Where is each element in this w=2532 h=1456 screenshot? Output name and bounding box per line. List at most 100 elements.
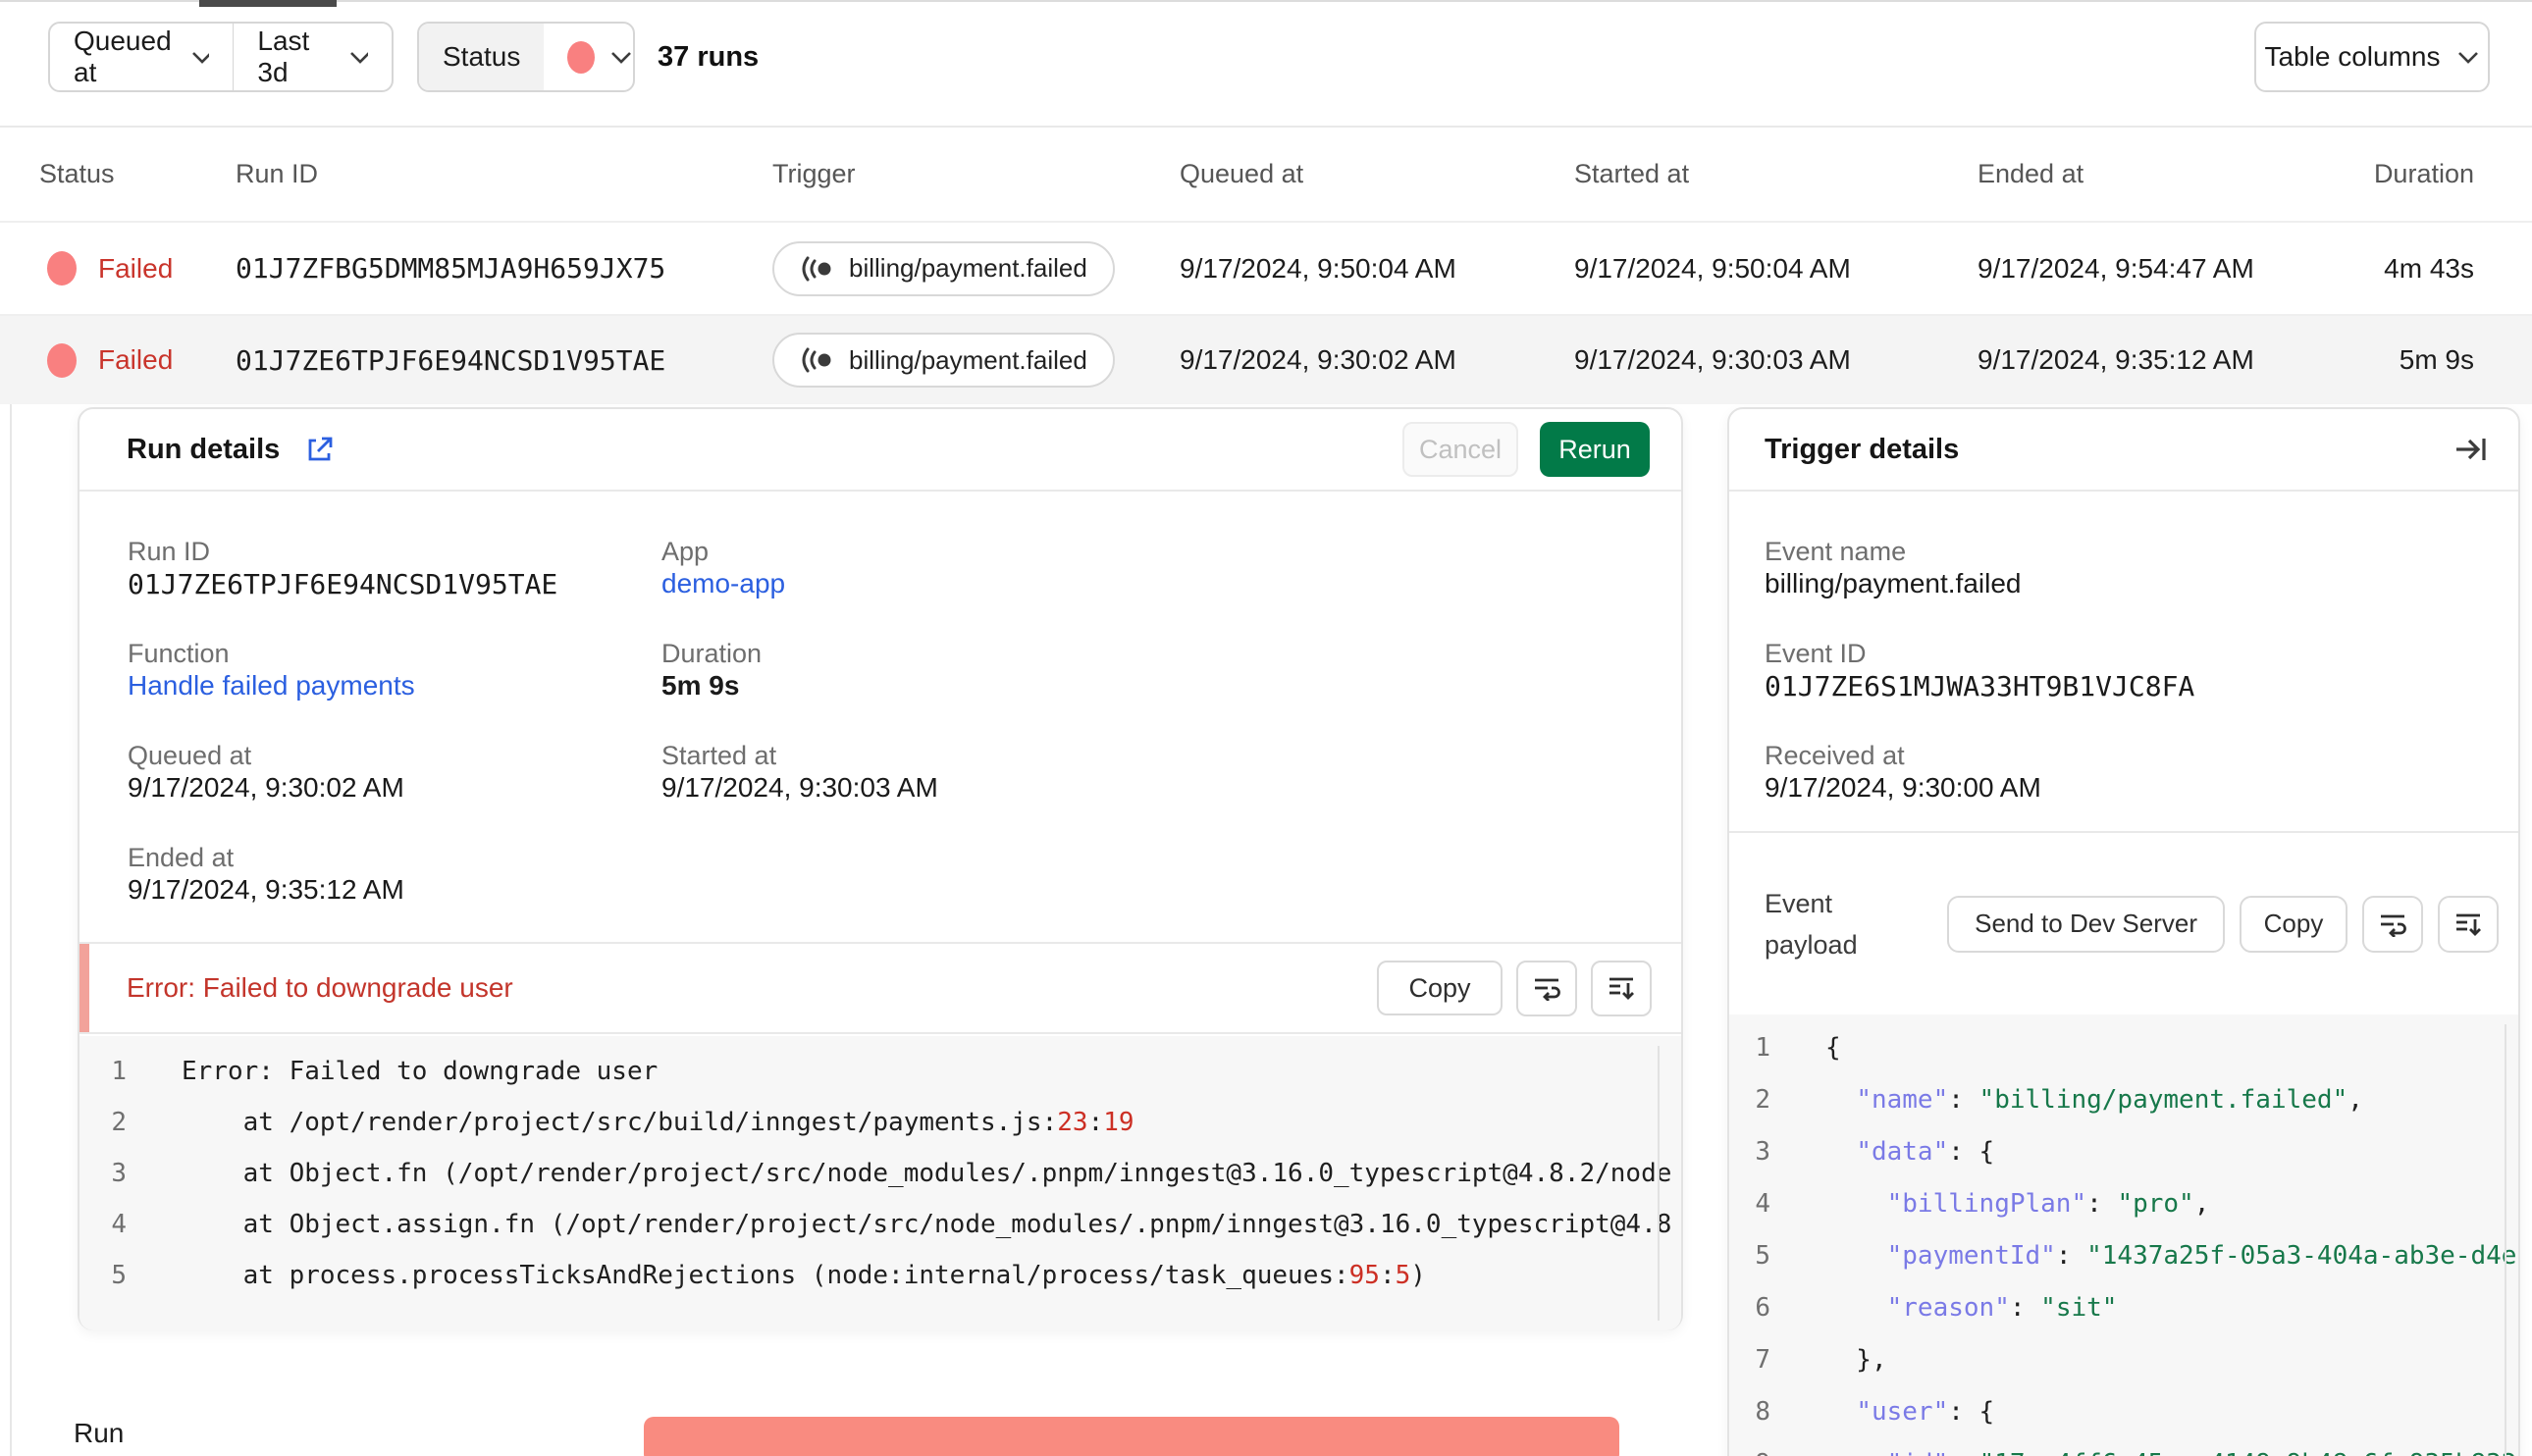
code-line: 2 "name": "billing/payment.failed", xyxy=(1729,1074,2518,1126)
trigger-pill[interactable]: billing/payment.failed xyxy=(772,240,1115,296)
detail-region-border xyxy=(10,404,12,1456)
app-label: App xyxy=(661,537,710,566)
event-id-value: 01J7ZE6S1MJWA33HT9B1VJC8FA xyxy=(1765,670,2195,702)
started-at-label: Started at xyxy=(661,741,777,770)
col-header-started[interactable]: Started at xyxy=(1574,128,1689,221)
failed-status-dot xyxy=(47,251,77,286)
status-cell: Failed xyxy=(47,316,173,404)
ended-at-value: 9/17/2024, 9:35:12 AM xyxy=(128,874,404,905)
app-link[interactable]: demo-app xyxy=(661,568,785,599)
col-header-status[interactable]: Status xyxy=(39,128,115,221)
line-number: 4 xyxy=(111,1210,127,1239)
code-line: 9 "id": "17ca4ff6-45ea-4149-9b48-6fa935b… xyxy=(1729,1438,2518,1456)
timeline-run-label: Run xyxy=(74,1418,125,1448)
time-filter-group: Queued at Last 3d xyxy=(48,22,394,92)
event-broadcast-icon xyxy=(802,256,831,281)
queued-at-cell: 9/17/2024, 9:30:02 AM xyxy=(1180,344,1456,375)
error-title: Error: Failed to downgrade user xyxy=(127,972,513,1003)
code-line: 2 at /opt/render/project/src/build/innge… xyxy=(79,1097,1681,1148)
status-filter-label: Status xyxy=(419,24,545,90)
event-payload-actions: Send to Dev Server Copy xyxy=(1947,895,2499,953)
event-payload-json[interactable]: 1{2 "name": "billing/payment.failed", 3 "… xyxy=(1729,1014,2518,1456)
copy-error-button[interactable]: Copy xyxy=(1377,961,1503,1015)
ended-at-cell: 9/17/2024, 9:35:12 AM xyxy=(1978,344,2254,375)
trigger-details-header: Trigger details xyxy=(1729,409,2518,492)
ended-at-label: Ended at xyxy=(128,843,235,872)
line-number: 3 xyxy=(1755,1137,1770,1167)
trigger-pill[interactable]: billing/payment.failed xyxy=(772,333,1115,388)
table-header: Status Run ID Trigger Queued at Started … xyxy=(0,128,2532,221)
scrollbar-track[interactable] xyxy=(1658,1046,1660,1321)
error-banner: Error: Failed to downgrade user Copy xyxy=(79,942,1681,1034)
line-number: 6 xyxy=(1755,1293,1770,1323)
line-number: 2 xyxy=(111,1108,127,1137)
line-number: 9 xyxy=(1729,1438,1770,1456)
queued-at-label: Queued at xyxy=(128,741,252,770)
word-wrap-icon xyxy=(2381,914,2406,937)
code-line: 3 "data": { xyxy=(1729,1126,2518,1178)
function-link[interactable]: Handle failed payments xyxy=(128,670,415,702)
send-to-dev-server-button[interactable]: Send to Dev Server xyxy=(1947,895,2225,953)
dock-panel-icon[interactable] xyxy=(2453,435,2489,464)
status-filter-group: Status xyxy=(417,22,635,92)
scroll-to-bottom-icon xyxy=(2456,913,2481,936)
status-filter-dropdown[interactable] xyxy=(544,24,633,90)
run-id-cell: 01J7ZFBG5DMM85MJA9H659JX75 xyxy=(236,252,666,285)
line-number: 2 xyxy=(1755,1085,1770,1115)
code-line: 1 Error: Failed to downgrade user xyxy=(79,1046,1681,1097)
runs-count: 37 runs xyxy=(658,40,760,73)
chevron-down-icon xyxy=(611,51,632,64)
trigger-cell: billing/payment.failed xyxy=(772,223,1115,314)
line-number: 3 xyxy=(111,1159,127,1188)
run-details-title: Run details xyxy=(127,433,281,465)
event-id-label: Event ID xyxy=(1765,639,1867,668)
line-number: 8 xyxy=(1755,1397,1770,1427)
word-wrap-button[interactable] xyxy=(1516,960,1577,1016)
external-link-icon[interactable] xyxy=(305,435,335,464)
trigger-event-name: billing/payment.failed xyxy=(849,253,1087,283)
code-line: 5 at process.processTicksAndRejections (… xyxy=(79,1250,1681,1301)
runs-dashboard: Queued at Last 3d Status 37 runs Table c… xyxy=(0,0,2532,1456)
col-header-trigger[interactable]: Trigger xyxy=(772,128,856,221)
chevron-down-icon xyxy=(192,51,209,64)
scroll-to-bottom-button[interactable] xyxy=(1591,960,1652,1016)
run-details-card: Run details Cancel Rerun Run ID 01J7ZE6T… xyxy=(78,407,1683,1330)
col-header-ended[interactable]: Ended at xyxy=(1978,128,2084,221)
time-range-dropdown[interactable]: Last 3d xyxy=(234,24,392,90)
error-stack-trace[interactable]: 1 Error: Failed to downgrade user 2 at /op… xyxy=(79,1036,1681,1330)
scroll-to-bottom-button[interactable] xyxy=(2438,895,2499,953)
code-line: 7 }, xyxy=(1729,1334,2518,1386)
copy-payload-button[interactable]: Copy xyxy=(2240,895,2347,953)
rerun-button[interactable]: Rerun xyxy=(1540,422,1650,477)
run-details-header: Run details Cancel Rerun xyxy=(79,409,1681,492)
col-header-duration[interactable]: Duration xyxy=(2374,128,2474,221)
top-divider xyxy=(0,0,2532,2)
line-number: 7 xyxy=(1755,1345,1770,1375)
received-at-label: Received at xyxy=(1765,741,1905,770)
table-columns-button[interactable]: Table columns xyxy=(2254,22,2490,92)
duration-cell: 5m 9s xyxy=(2399,344,2474,375)
timeline-run-bar[interactable] xyxy=(644,1417,1619,1456)
error-accent-bar xyxy=(79,944,89,1032)
event-payload-title: Event payload xyxy=(1765,888,1858,960)
col-header-run-id[interactable]: Run ID xyxy=(236,128,318,221)
filter-field-dropdown[interactable]: Queued at xyxy=(50,24,233,90)
event-name-value: billing/payment.failed xyxy=(1765,568,2022,598)
event-name-label: Event name xyxy=(1765,537,1907,566)
error-actions: Copy xyxy=(1377,960,1681,1016)
cancel-button[interactable]: Cancel xyxy=(1402,422,1518,477)
code-line: 4 at Object.assign.fn (/opt/render/proje… xyxy=(79,1199,1681,1250)
run-id-value: 01J7ZE6TPJF6E94NCSD1V95TAE xyxy=(128,568,558,600)
col-header-queued[interactable]: Queued at xyxy=(1180,128,1303,221)
started-at-value: 9/17/2024, 9:30:03 AM xyxy=(661,772,938,803)
time-range-label: Last 3d xyxy=(257,26,310,87)
word-wrap-button[interactable] xyxy=(2362,895,2423,953)
scrollbar-track[interactable] xyxy=(2505,1024,2506,1456)
event-payload-header: Event payload Send to Dev Server Copy xyxy=(1729,831,2518,1014)
started-at-cell: 9/17/2024, 9:50:04 AM xyxy=(1574,252,1851,284)
code-line: 6 "reason": "sit" xyxy=(1729,1282,2518,1334)
trigger-cell: billing/payment.failed xyxy=(772,316,1115,404)
table-row-selected[interactable]: Failed 01J7ZE6TPJF6E94NCSD1V95TAE billin… xyxy=(0,314,2532,404)
table-row[interactable]: Failed 01J7ZFBG5DMM85MJA9H659JX75 billin… xyxy=(0,221,2532,314)
trigger-details-card: Trigger details Event name billing/payme… xyxy=(1727,407,2520,1456)
